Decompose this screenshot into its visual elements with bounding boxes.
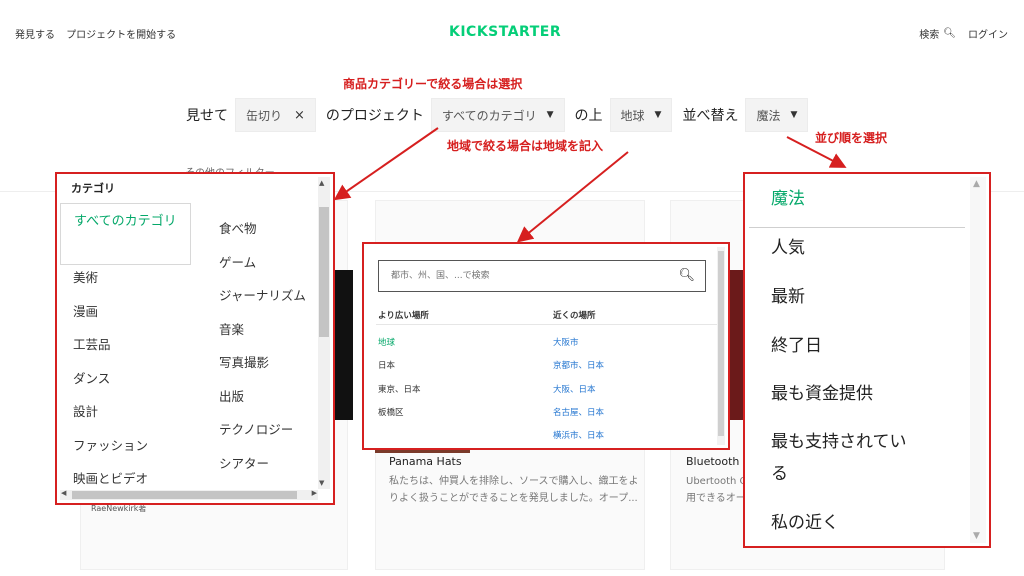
nearby-locations-header: 近くの場所 bbox=[553, 311, 596, 321]
category-item[interactable]: 音楽 bbox=[219, 313, 306, 347]
search-icon[interactable]: 🔍︎ bbox=[678, 268, 695, 283]
category-item[interactable]: 写真撮影 bbox=[219, 346, 306, 380]
sort-vertical-scrollbar[interactable]: ▲ ▼ bbox=[970, 177, 986, 543]
category-right-column: 食べ物 ゲーム ジャーナリズム 音楽 写真撮影 出版 テクノロジー シアター bbox=[219, 212, 306, 480]
category-item[interactable]: ジャーナリズム bbox=[219, 279, 306, 313]
category-item[interactable]: 出版 bbox=[219, 380, 306, 414]
broad-locations-column: より広い場所 地球 日本 東京、日本 板橋区 bbox=[378, 309, 429, 429]
category-item[interactable]: 美術 bbox=[73, 261, 148, 295]
arrow-to-category-panel bbox=[333, 127, 439, 201]
category-item[interactable]: 工芸品 bbox=[73, 328, 148, 362]
nearby-locations-column: 近くの場所 大阪市 京都市、日本 大阪、日本 名古屋、日本 横浜市、日本 bbox=[553, 309, 604, 452]
arrow-to-location-panel bbox=[516, 151, 629, 243]
category-item[interactable]: 漫画 bbox=[73, 295, 148, 329]
sort-option-line: る bbox=[771, 464, 788, 484]
sort-option[interactable]: 終了日 bbox=[771, 330, 822, 362]
category-item[interactable]: ゲーム bbox=[219, 246, 306, 280]
scroll-down-icon[interactable]: ▼ bbox=[973, 531, 980, 541]
divider bbox=[376, 324, 720, 325]
sort-option[interactable]: 最も資金提供 bbox=[771, 378, 873, 410]
sort-option-line: 最も支持されてい bbox=[771, 432, 907, 452]
location-item[interactable]: 日本 bbox=[378, 359, 429, 382]
scrollbar-thumb[interactable] bbox=[72, 491, 297, 499]
category-horizontal-scrollbar[interactable]: ◀ ▶ bbox=[60, 489, 318, 500]
scroll-up-icon[interactable]: ▲ bbox=[319, 179, 324, 187]
category-panel: カテゴリ すべてのカテゴリ 美術 漫画 工芸品 ダンス 設計 ファッション 映画… bbox=[55, 172, 335, 505]
sort-option-selected[interactable]: 魔法 bbox=[771, 183, 805, 215]
category-panel-title: カテゴリ bbox=[71, 182, 115, 195]
category-left-column: 美術 漫画 工芸品 ダンス 設計 ファッション 映画とビデオ bbox=[73, 261, 148, 496]
location-panel: 🔍︎ より広い場所 地球 日本 東京、日本 板橋区 近くの場所 大阪市 京都市、… bbox=[362, 242, 730, 450]
scroll-left-icon[interactable]: ◀ bbox=[61, 489, 66, 497]
category-item-selected[interactable]: すべてのカテゴリ bbox=[60, 203, 191, 265]
category-item[interactable]: 設計 bbox=[73, 395, 148, 429]
location-item[interactable]: 名古屋、日本 bbox=[553, 406, 604, 429]
scroll-down-icon[interactable]: ▼ bbox=[319, 479, 324, 487]
sort-option[interactable]: 人気 bbox=[771, 232, 805, 264]
category-vertical-scrollbar[interactable]: ▲ ▼ bbox=[318, 177, 330, 489]
sort-option[interactable]: 私の近く bbox=[771, 507, 839, 539]
sort-panel: 魔法 人気 最新 終了日 最も資金提供 最も支持されてい る 私の近く ▲ ▼ bbox=[743, 172, 991, 548]
category-item[interactable]: ファッション bbox=[73, 429, 148, 463]
sort-option[interactable]: 最も支持されてい る bbox=[771, 426, 907, 490]
location-vertical-scrollbar[interactable] bbox=[717, 247, 725, 445]
divider bbox=[749, 227, 965, 228]
location-search-box: 🔍︎ bbox=[378, 260, 706, 292]
location-item[interactable]: 横浜市、日本 bbox=[553, 429, 604, 452]
location-item[interactable]: 京都市、日本 bbox=[553, 359, 604, 382]
arrow-to-sort-panel bbox=[786, 136, 847, 168]
scroll-up-icon[interactable]: ▲ bbox=[973, 179, 980, 189]
location-item[interactable]: 大阪市 bbox=[553, 336, 604, 359]
category-item[interactable]: テクノロジー bbox=[219, 413, 306, 447]
category-item[interactable]: シアター bbox=[219, 447, 306, 481]
broad-locations-header: より広い場所 bbox=[378, 311, 429, 321]
location-item[interactable]: 東京、日本 bbox=[378, 383, 429, 406]
location-search-input[interactable] bbox=[379, 261, 659, 291]
category-item[interactable]: 食べ物 bbox=[219, 212, 306, 246]
category-item[interactable]: ダンス bbox=[73, 362, 148, 396]
scroll-right-icon[interactable]: ▶ bbox=[312, 489, 317, 497]
location-item[interactable]: 板橋区 bbox=[378, 406, 429, 429]
sort-option[interactable]: 最新 bbox=[771, 281, 805, 313]
location-item[interactable]: 地球 bbox=[378, 336, 429, 359]
location-item[interactable]: 大阪、日本 bbox=[553, 383, 604, 406]
scrollbar-thumb[interactable] bbox=[718, 251, 724, 436]
scrollbar-thumb[interactable] bbox=[319, 207, 329, 337]
